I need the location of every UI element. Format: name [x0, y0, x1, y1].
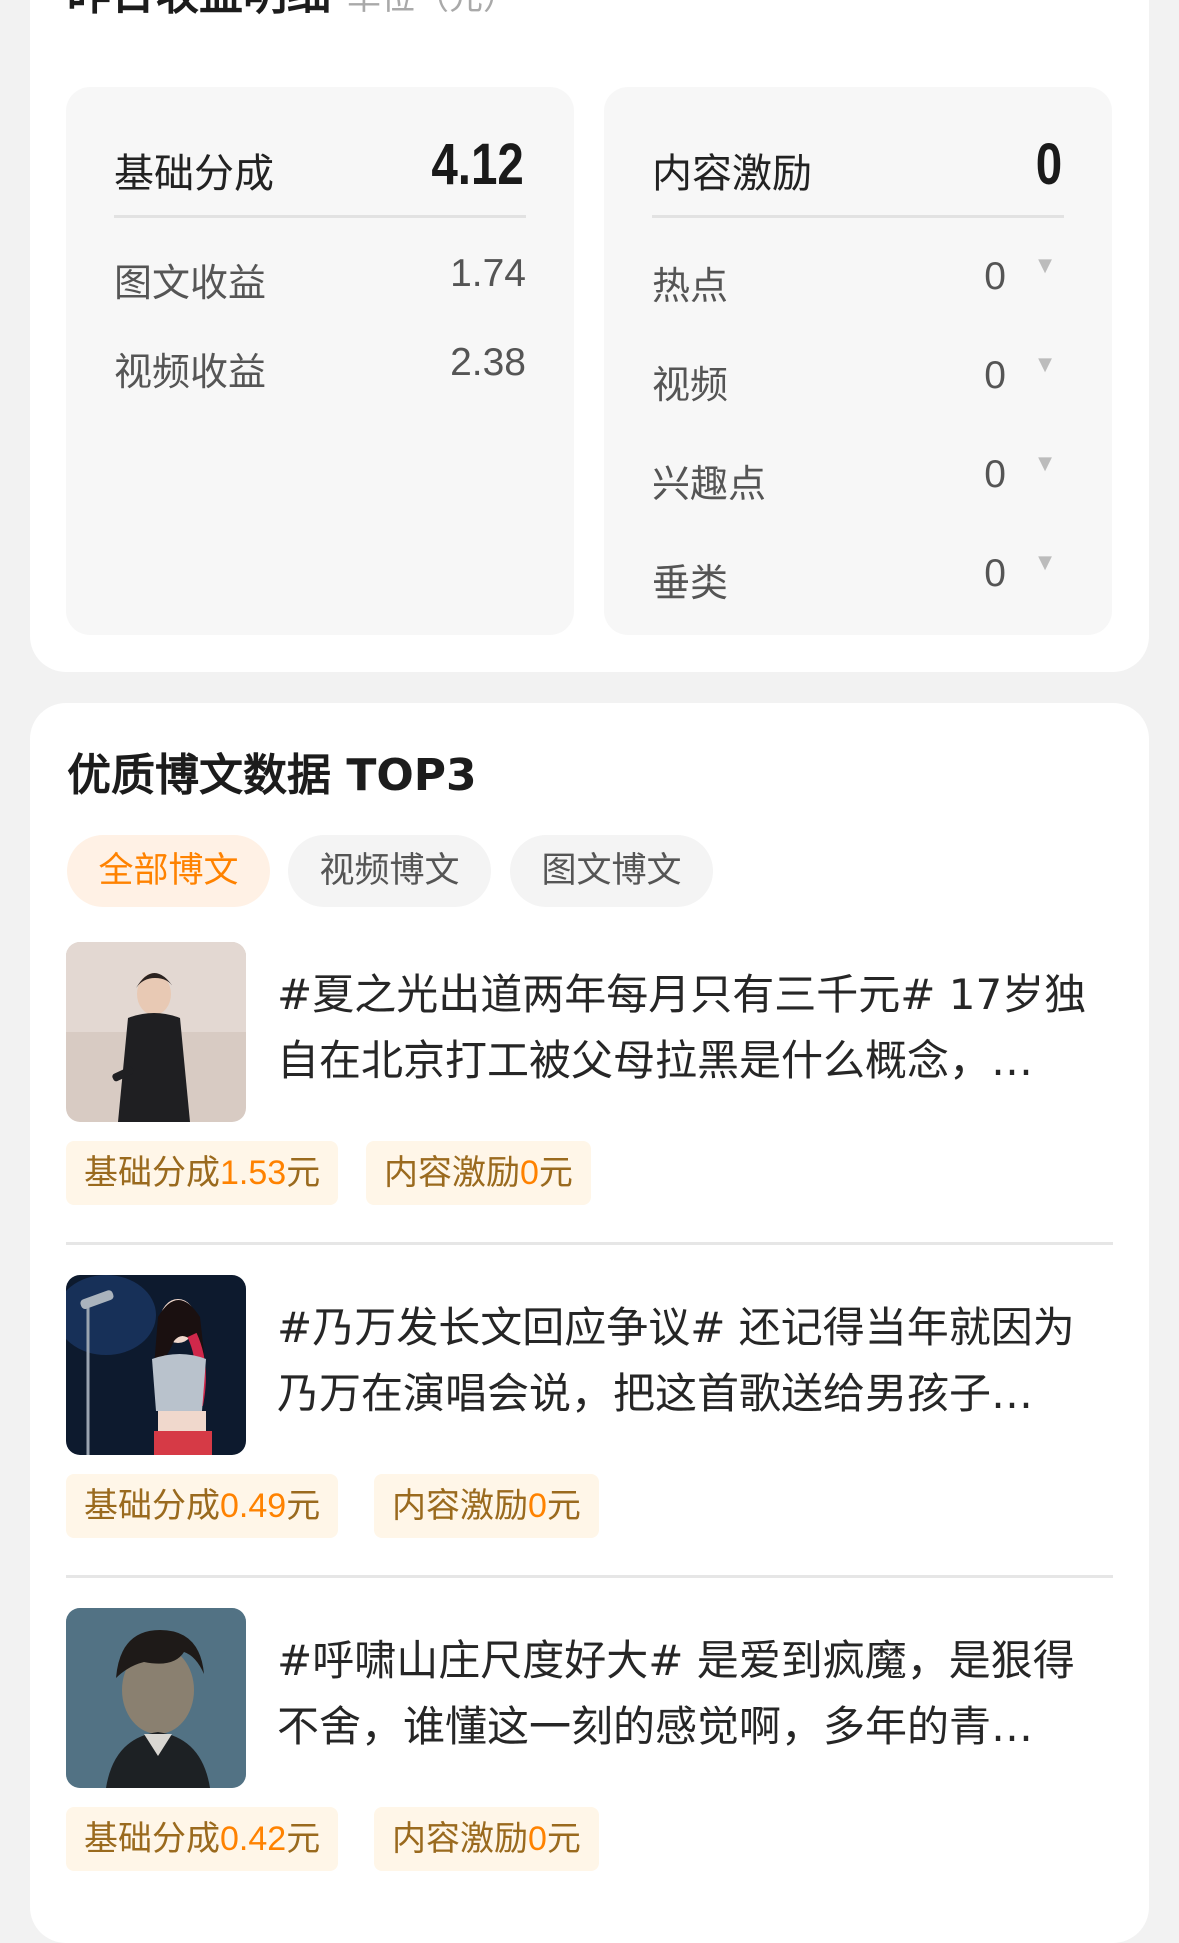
- badge-currency: 元: [538, 1153, 573, 1193]
- divider: [66, 1242, 1113, 1245]
- caret-down-icon[interactable]: ▼: [1038, 255, 1052, 276]
- basic-share-total: 4.12: [431, 132, 524, 197]
- post-text[interactable]: #夏之光出道两年每月只有三千元# 17岁独 自在北京打工被父母拉黑是什么概念，…: [277, 962, 1113, 1094]
- basic-share-row: 视频收益 2.38: [114, 335, 526, 395]
- basic-share-badge: 基础分成0.42元: [66, 1807, 339, 1871]
- post-text-line: 乃万在演唱会说，把这首歌送给男孩子…: [277, 1369, 1034, 1418]
- badge-currency: 元: [546, 1486, 581, 1526]
- badge-label: 基础分成: [84, 1819, 220, 1859]
- row-value: 0: [984, 354, 1006, 397]
- basic-share-row: 图文收益 1.74: [114, 246, 526, 306]
- badge-currency: 元: [286, 1486, 321, 1526]
- badge-label: 内容激励: [384, 1153, 520, 1193]
- badge-amount: 0: [520, 1154, 539, 1192]
- row-value: 0: [984, 453, 1006, 496]
- earnings-title: 昨日收益明细单位（元）: [67, 0, 517, 22]
- badge-amount: 0.49: [220, 1487, 287, 1525]
- basic-share-header: 基础分成 4.12: [114, 117, 526, 218]
- row-label: 垂类: [652, 561, 729, 605]
- earnings-unit: 单位（元）: [347, 0, 517, 18]
- badge-amount: 0.42: [220, 1820, 287, 1858]
- basic-share-panel: 基础分成 4.12 图文收益 1.74 视频收益 2.38: [66, 87, 574, 635]
- content-incentive-panel: 内容激励 0 热点 0 ▼ 视频 0 ▼ 兴趣点 0 ▼ 垂类 0 ▼: [604, 87, 1112, 635]
- basic-share-badge: 基础分成0.49元: [66, 1474, 339, 1538]
- row-value: 1.74: [450, 252, 526, 295]
- top-posts-title: 优质博文数据 TOP3: [67, 750, 477, 801]
- row-value: 0: [984, 552, 1006, 595]
- divider: [66, 1575, 1113, 1578]
- row-label: 视频收益: [114, 350, 267, 394]
- content-incentive-badge: 内容激励0元: [374, 1807, 599, 1871]
- post-text[interactable]: #呼啸山庄尺度好大# 是爱到疯魔，是狠得 不舍，谁懂这一刻的感觉啊，多年的青…: [277, 1628, 1113, 1760]
- row-label: 热点: [652, 264, 729, 308]
- row-value: 2.38: [450, 341, 526, 384]
- row-value: 0: [984, 255, 1006, 298]
- badge-currency: 元: [286, 1153, 321, 1193]
- badge-currency: 元: [546, 1819, 581, 1859]
- post-text-line: 不舍，谁懂这一刻的感觉啊，多年的青…: [277, 1702, 1034, 1751]
- basic-share-badge: 基础分成1.53元: [66, 1141, 339, 1205]
- caret-down-icon[interactable]: ▼: [1038, 552, 1052, 573]
- incentive-row-vertical[interactable]: 垂类 0 ▼: [652, 546, 1064, 606]
- post-text-line: #呼啸山庄尺度好大# 是爱到疯魔，是狠得: [277, 1636, 1075, 1685]
- post-thumbnail[interactable]: [66, 1608, 246, 1788]
- incentive-row-interest[interactable]: 兴趣点 0 ▼: [652, 447, 1064, 507]
- post-text-line: #夏之光出道两年每月只有三千元# 17岁独: [277, 970, 1087, 1019]
- basic-share-label: 基础分成: [114, 151, 274, 197]
- badge-amount: 0: [528, 1820, 547, 1858]
- post-text[interactable]: #乃万发长文回应争议# 还记得当年就因为 乃万在演唱会说，把这首歌送给男孩子…: [277, 1295, 1113, 1427]
- content-incentive-total: 0: [1035, 132, 1062, 197]
- earnings-title-text: 昨日收益明细: [67, 0, 331, 20]
- post-item[interactable]: #乃万发长文回应争议# 还记得当年就因为 乃万在演唱会说，把这首歌送给男孩子… …: [66, 1275, 1113, 1608]
- badge-currency: 元: [286, 1819, 321, 1859]
- caret-down-icon[interactable]: ▼: [1038, 354, 1052, 375]
- post-item[interactable]: #呼啸山庄尺度好大# 是爱到疯魔，是狠得 不舍，谁懂这一刻的感觉啊，多年的青… …: [66, 1608, 1113, 1941]
- badge-label: 内容激励: [392, 1819, 528, 1859]
- post-thumbnail[interactable]: [66, 1275, 246, 1455]
- row-label: 图文收益: [114, 261, 267, 305]
- tab-all-posts[interactable]: 全部博文: [67, 835, 270, 907]
- content-incentive-badge: 内容激励0元: [366, 1141, 591, 1205]
- top-posts-card: 优质博文数据 TOP3 全部博文 视频博文 图文博文 #夏之光出道两年每月只有三…: [30, 703, 1149, 1943]
- badge-label: 内容激励: [392, 1486, 528, 1526]
- content-incentive-label: 内容激励: [652, 151, 812, 197]
- post-text-line: 自在北京打工被父母拉黑是什么概念，…: [277, 1036, 1034, 1085]
- earnings-card: 昨日收益明细单位（元） 基础分成 4.12 图文收益 1.74 视频收益 2.3…: [30, 0, 1149, 672]
- content-incentive-badge: 内容激励0元: [374, 1474, 599, 1538]
- incentive-row-video[interactable]: 视频 0 ▼: [652, 348, 1064, 408]
- content-incentive-header: 内容激励 0: [652, 117, 1064, 218]
- row-label: 兴趣点: [652, 462, 767, 506]
- caret-down-icon[interactable]: ▼: [1038, 453, 1052, 474]
- incentive-row-hotspot[interactable]: 热点 0 ▼: [652, 249, 1064, 309]
- badge-amount: 1.53: [220, 1154, 287, 1192]
- post-text-line: #乃万发长文回应争议# 还记得当年就因为: [277, 1303, 1075, 1352]
- post-item[interactable]: #夏之光出道两年每月只有三千元# 17岁独 自在北京打工被父母拉黑是什么概念，……: [66, 942, 1113, 1275]
- badge-label: 基础分成: [84, 1153, 220, 1193]
- badge-label: 基础分成: [84, 1486, 220, 1526]
- tab-image-text-posts[interactable]: 图文博文: [510, 835, 713, 907]
- row-label: 视频: [652, 363, 729, 407]
- post-thumbnail[interactable]: [66, 942, 246, 1122]
- tab-video-posts[interactable]: 视频博文: [288, 835, 491, 907]
- badge-amount: 0: [528, 1487, 547, 1525]
